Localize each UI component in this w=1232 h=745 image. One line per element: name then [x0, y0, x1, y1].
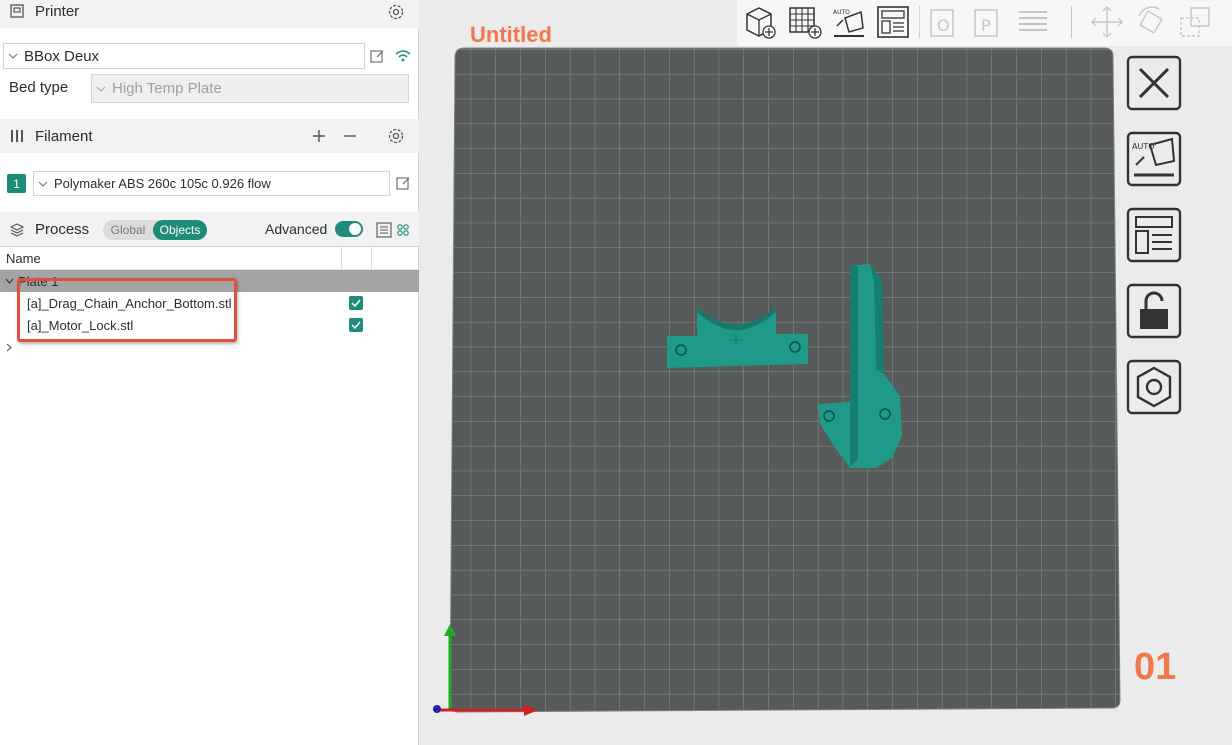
toolbar-divider [919, 6, 920, 38]
plate-label: Plate 1 [18, 273, 59, 289]
filament-name: Polymaker ABS 260c 105c 0.926 flow [54, 176, 271, 191]
auto-orient-plate-icon[interactable]: AUTO [1126, 131, 1182, 187]
close-plate-icon[interactable] [1126, 55, 1182, 111]
advanced-label: Advanced [265, 221, 328, 237]
split-parts-icon[interactable]: P [971, 4, 1007, 40]
tab-global[interactable]: Global [103, 220, 153, 240]
auto-orient-icon[interactable]: AUTO [831, 4, 867, 40]
3d-viewport[interactable] [420, 0, 1232, 745]
split-objects-icon[interactable]: O [927, 4, 963, 40]
wifi-icon[interactable] [393, 46, 413, 66]
move-icon[interactable] [1089, 4, 1125, 40]
object-name: [a]_Drag_Chain_Anchor_Bottom.stl [27, 295, 232, 311]
filament-section-title: Filament [35, 127, 93, 145]
filament-slot-badge[interactable]: 1 [7, 174, 26, 193]
toolbar-divider [1071, 6, 1072, 38]
process-scope-toggle[interactable]: Global Objects [103, 220, 207, 240]
chevron-down-icon [38, 181, 52, 187]
printer-select[interactable]: BBox Deux [3, 43, 365, 69]
printer-name: BBox Deux [24, 47, 100, 65]
chevron-down-icon [96, 86, 110, 92]
chevron-right-icon[interactable] [3, 340, 15, 354]
process-layers-icon [9, 221, 25, 237]
bed-type-label: Bed type [9, 79, 69, 96]
edit-filament-icon[interactable] [394, 174, 412, 192]
scale-icon[interactable] [1177, 4, 1213, 40]
object-list-header: Name [0, 246, 419, 271]
rotate-icon[interactable] [1133, 4, 1169, 40]
column-divider [371, 247, 372, 271]
list-item[interactable]: [a]_Drag_Chain_Anchor_Bottom.stl [0, 292, 419, 314]
column-name: Name [6, 250, 41, 266]
printer-settings-gear-icon[interactable] [386, 2, 406, 22]
filament-select[interactable]: Polymaker ABS 260c 105c 0.926 flow [33, 171, 390, 196]
arrange-plate-icon[interactable] [1126, 207, 1182, 263]
bed-type-select[interactable]: High Temp Plate [91, 74, 409, 103]
advanced-toggle[interactable] [335, 221, 363, 237]
process-list-icon[interactable] [375, 221, 393, 239]
plate-row[interactable]: Plate 1 [0, 270, 419, 292]
arrange-icon[interactable] [875, 4, 911, 40]
top-toolbar: AUTO O P [737, 0, 1232, 46]
plate-settings-icon[interactable] [1126, 359, 1182, 415]
column-divider [341, 247, 342, 271]
printer-section-title: Printer [35, 2, 80, 20]
printer-section-header: Printer [0, 0, 419, 28]
process-section-title: Process [35, 220, 90, 238]
lock-plate-icon[interactable] [1126, 283, 1182, 339]
svg-text:AUTO: AUTO [833, 9, 850, 16]
plate-number: 01 [1134, 646, 1177, 688]
printer-icon [9, 3, 25, 19]
chevron-down-icon [8, 53, 22, 59]
chevron-down-icon[interactable] [0, 278, 18, 284]
object-visible-checkbox[interactable] [349, 318, 363, 332]
tab-objects[interactable]: Objects [153, 220, 207, 240]
filament-settings-gear-icon[interactable] [386, 126, 406, 146]
add-plate-icon[interactable] [787, 4, 823, 40]
list-item[interactable]: [a]_Motor_Lock.stl [0, 314, 419, 336]
object-visible-checkbox[interactable] [349, 296, 363, 310]
project-title: Untitled [470, 22, 552, 47]
build-plate[interactable] [449, 47, 1121, 713]
bed-type-value: High Temp Plate [112, 80, 222, 97]
process-tree-icon[interactable] [395, 221, 411, 239]
svg-text:O: O [937, 16, 950, 35]
left-sidebar: Printer BBox Deux Bed type High Temp Pla… [0, 0, 419, 745]
filament-icon [9, 128, 25, 144]
svg-text:P: P [981, 16, 991, 35]
edit-printer-icon[interactable] [367, 46, 387, 66]
origin-marker [433, 705, 441, 713]
build-plate-view[interactable] [420, 0, 1232, 745]
add-filament-plus-icon[interactable] [309, 126, 329, 146]
layers-icon[interactable] [1015, 4, 1051, 40]
add-object-icon[interactable] [741, 4, 777, 40]
object-name: [a]_Motor_Lock.stl [27, 317, 134, 333]
remove-filament-minus-icon[interactable] [340, 126, 360, 146]
